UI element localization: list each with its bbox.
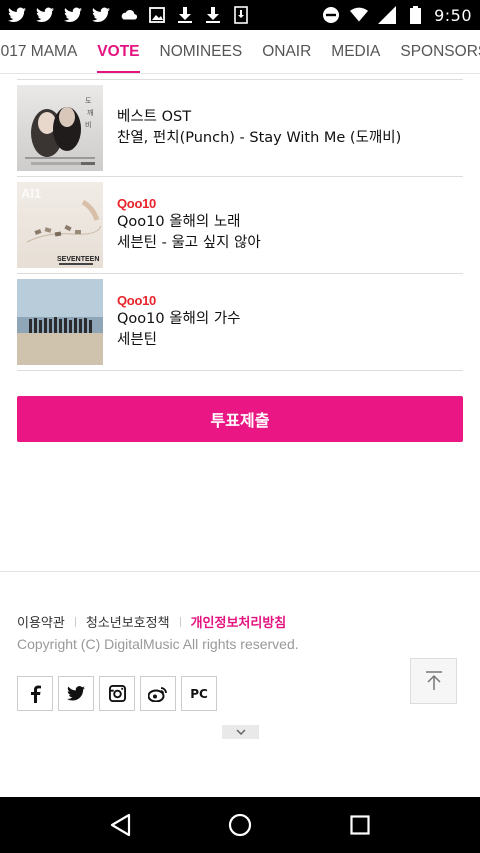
back-icon bbox=[110, 813, 131, 837]
expand-footer-button[interactable] bbox=[222, 725, 259, 739]
twitter-icon bbox=[92, 6, 110, 24]
tab-vote[interactable]: VOTE bbox=[97, 30, 140, 73]
instagram-icon bbox=[108, 685, 126, 702]
weibo-button[interactable] bbox=[140, 676, 176, 711]
vote-item[interactable]: Qoo10 Qoo10 올해의 가수 세븐틴 bbox=[17, 274, 463, 371]
arrow-up-icon bbox=[425, 671, 442, 690]
wifi-icon bbox=[350, 6, 369, 24]
album-thumbnail[interactable]: 도 깨 비 bbox=[17, 85, 103, 171]
tab-onair[interactable]: ONAIR bbox=[262, 30, 311, 73]
svg-text:Al1: Al1 bbox=[21, 186, 41, 201]
album-thumbnail[interactable]: Al1 SEVENTEEN bbox=[17, 182, 103, 268]
facebook-button[interactable] bbox=[17, 676, 53, 711]
svg-text:도: 도 bbox=[85, 97, 92, 105]
twitter-icon bbox=[64, 6, 82, 24]
status-time: 9:50 bbox=[434, 5, 472, 25]
divider bbox=[179, 616, 181, 627]
scroll-to-top-button[interactable] bbox=[410, 658, 457, 704]
tab-sponsors[interactable]: SPONSORS bbox=[400, 30, 480, 73]
vote-item[interactable]: Al1 SEVENTEEN Qoo10 Qoo10 올해의 노래 세븐틴 - 울… bbox=[17, 177, 463, 274]
facebook-icon bbox=[31, 685, 41, 703]
vote-nominee: 세븐틴 bbox=[117, 332, 158, 348]
privacy-policy-link[interactable]: 개인정보처리방침 bbox=[191, 612, 287, 631]
social-links: PC bbox=[17, 676, 217, 711]
pc-version-button[interactable]: PC bbox=[181, 676, 217, 711]
tab-2017-mama[interactable]: 2017 MAMA bbox=[0, 30, 77, 73]
vote-nominee: 찬열, 펀치(Punch) - Stay With Me (도깨비) bbox=[117, 130, 402, 146]
vote-item-meta: Qoo10 Qoo10 올해의 노래 세븐틴 - 울고 싶지 않아 bbox=[103, 196, 261, 254]
vote-item[interactable]: 도 깨 비 베스트 OST 찬열, 펀치(Punch) - Stay With … bbox=[17, 80, 463, 177]
download-box-icon bbox=[232, 6, 250, 24]
footer-divider bbox=[0, 571, 480, 572]
recents-button[interactable] bbox=[340, 805, 380, 845]
twitter-button[interactable] bbox=[58, 676, 94, 711]
tab-media[interactable]: MEDIA bbox=[331, 30, 380, 73]
battery-icon bbox=[406, 6, 424, 24]
back-button[interactable] bbox=[100, 805, 140, 845]
vote-item-meta: 베스트 OST 찬열, 펀치(Punch) - Stay With Me (도깨… bbox=[103, 107, 401, 149]
vote-category: Qoo10 올해의 노래 bbox=[117, 214, 241, 230]
copyright-text: Copyright (C) DigitalMusic All rights re… bbox=[17, 636, 299, 652]
top-nav: 2017 MAMA VOTE NOMINEES ONAIR MEDIA SPON… bbox=[0, 30, 480, 74]
chevron-down-icon bbox=[235, 729, 246, 735]
svg-text:비: 비 bbox=[85, 120, 91, 129]
vote-item-meta: Qoo10 Qoo10 올해의 가수 세븐틴 bbox=[103, 293, 241, 351]
download-icon bbox=[204, 6, 222, 24]
youth-protection-link[interactable]: 청소년보호정책 bbox=[86, 612, 170, 631]
home-button[interactable] bbox=[220, 805, 260, 845]
svg-text:깨: 깨 bbox=[87, 108, 93, 117]
system-nav-bar bbox=[0, 797, 480, 853]
home-icon bbox=[228, 813, 252, 837]
footer-links: 이용약관 청소년보호정책 개인정보처리방침 bbox=[17, 612, 286, 631]
vote-category: Qoo10 올해의 가수 bbox=[117, 311, 241, 327]
album-thumbnail[interactable] bbox=[17, 279, 103, 365]
submit-vote-button[interactable]: 투표제출 bbox=[17, 396, 463, 442]
vote-nominee: 세븐틴 - 울고 싶지 않아 bbox=[117, 235, 261, 251]
download-icon bbox=[176, 6, 194, 24]
tab-nominees[interactable]: NOMINEES bbox=[160, 30, 243, 73]
do-not-disturb-icon bbox=[322, 6, 340, 24]
divider bbox=[74, 616, 76, 627]
image-icon bbox=[148, 6, 166, 24]
twitter-icon bbox=[36, 6, 54, 24]
vote-category: 베스트 OST bbox=[117, 109, 192, 125]
recents-icon bbox=[350, 815, 370, 835]
instagram-button[interactable] bbox=[99, 676, 135, 711]
cloud-icon bbox=[120, 6, 138, 24]
signal-icon bbox=[378, 6, 397, 24]
vote-list: 도 깨 비 베스트 OST 찬열, 펀치(Punch) - Stay With … bbox=[17, 74, 463, 371]
twitter-icon bbox=[67, 686, 85, 701]
terms-link[interactable]: 이용약관 bbox=[17, 612, 65, 631]
svg-text:SEVENTEEN: SEVENTEEN bbox=[57, 256, 99, 263]
qoo10-logo: Qoo10 bbox=[117, 293, 156, 308]
twitter-icon bbox=[8, 6, 26, 24]
weibo-icon bbox=[148, 686, 167, 702]
qoo10-logo: Qoo10 bbox=[117, 196, 156, 211]
status-bar: 9:50 bbox=[0, 0, 480, 30]
